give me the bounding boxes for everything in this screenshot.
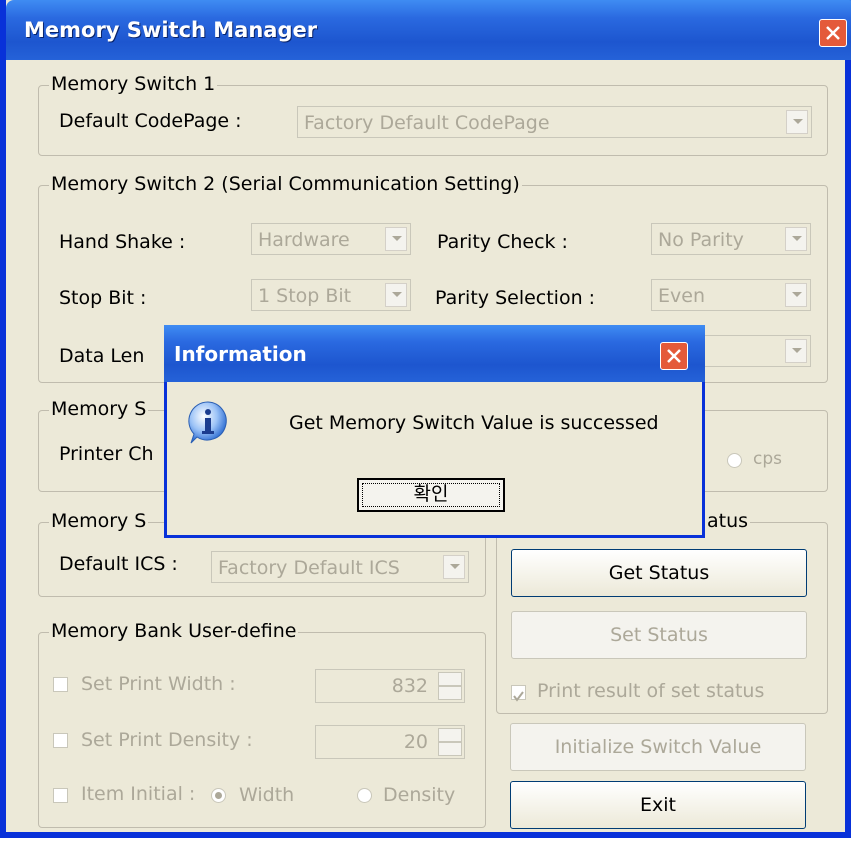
memory-switch-1-group: Memory Switch 1 Default CodePage : Facto…	[38, 73, 828, 156]
get-status-button[interactable]: Get Status	[511, 549, 807, 597]
print-width-checkbox[interactable]	[53, 677, 68, 692]
item-initial-checkbox[interactable]	[53, 788, 68, 803]
item-initial-label: Item Initial :	[81, 783, 196, 805]
print-density-label: Set Print Density :	[81, 729, 253, 751]
initialize-switch-button[interactable]: Initialize Switch Value	[510, 723, 806, 771]
print-width-value: 832	[391, 675, 428, 697]
cps-radio[interactable]	[727, 453, 742, 468]
close-button[interactable]	[819, 19, 847, 47]
density-radio[interactable]	[357, 788, 372, 803]
print-density-checkbox[interactable]	[53, 733, 68, 748]
chevron-down-icon	[785, 339, 807, 363]
group-title: Memory S	[49, 398, 149, 420]
status-group: atus Get Status Set Status Print result …	[496, 510, 828, 714]
cps-label: cps	[753, 449, 782, 469]
dialog-title-bar[interactable]: Information	[164, 325, 705, 382]
parity-check-label: Parity Check :	[437, 231, 568, 253]
window-title: Memory Switch Manager	[24, 18, 318, 42]
stopbit-select[interactable]: 1 Stop Bit	[251, 279, 411, 311]
chevron-down-icon	[786, 110, 808, 134]
chevron-down-icon	[785, 227, 807, 251]
ics-label: Default ICS :	[59, 553, 178, 575]
spin-up-icon[interactable]	[438, 728, 462, 742]
spin-up-icon[interactable]	[438, 672, 462, 686]
parity-selection-select[interactable]: Even	[651, 279, 811, 311]
print-density-value: 20	[403, 731, 428, 753]
ics-value: Factory Default ICS	[218, 557, 400, 579]
dialog-message: Get Memory Switch Value is successed	[289, 412, 659, 434]
density-radio-label: Density	[383, 784, 456, 806]
ok-button[interactable]: 확인	[357, 478, 505, 512]
chevron-down-icon	[785, 283, 807, 307]
handshake-select[interactable]: Hardware	[251, 223, 411, 255]
spin-down-icon[interactable]	[438, 686, 462, 700]
chevron-down-icon	[443, 555, 465, 579]
codepage-value: Factory Default CodePage	[304, 112, 550, 134]
parity-check-select[interactable]: No Parity	[651, 223, 811, 255]
set-status-button[interactable]: Set Status	[511, 611, 807, 659]
print-result-label: Print result of set status	[537, 680, 765, 702]
parity-selection-label: Parity Selection :	[435, 287, 596, 309]
ics-select[interactable]: Factory Default ICS	[211, 551, 469, 583]
handshake-label: Hand Shake :	[59, 231, 186, 253]
print-width-label: Set Print Width :	[81, 673, 236, 695]
close-icon	[667, 349, 681, 363]
printer-label: Printer Ch	[59, 443, 154, 465]
codepage-select[interactable]: Factory Default CodePage	[297, 106, 812, 138]
print-result-checkbox[interactable]	[511, 685, 526, 702]
width-radio-label: Width	[239, 784, 295, 806]
stopbit-label: Stop Bit :	[59, 287, 147, 309]
group-title: atus	[705, 510, 751, 532]
title-bar[interactable]: Memory Switch Manager	[6, 0, 851, 60]
print-width-spinner[interactable]: 832	[315, 669, 465, 703]
memory-bank-group: Memory Bank User-define Set Print Width …	[38, 620, 486, 828]
parity-check-value: No Parity	[658, 229, 744, 251]
exit-button[interactable]: Exit	[510, 781, 806, 829]
chevron-down-icon	[385, 227, 407, 251]
parity-selection-value: Even	[658, 285, 705, 307]
print-density-spinner[interactable]: 20	[315, 725, 465, 759]
check-icon	[513, 691, 524, 702]
spin-down-icon[interactable]	[438, 742, 462, 756]
codepage-label: Default CodePage :	[59, 110, 242, 132]
chevron-down-icon	[385, 283, 407, 307]
group-title: Memory Switch 1	[49, 73, 218, 95]
data-length-label: Data Len	[59, 345, 145, 367]
dialog-title: Information	[174, 342, 307, 366]
group-title: Memory Switch 2 (Serial Communication Se…	[49, 173, 522, 195]
stopbit-value: 1 Stop Bit	[258, 285, 352, 307]
group-title: Memory S	[49, 510, 149, 532]
close-icon	[826, 26, 840, 40]
handshake-value: Hardware	[258, 229, 350, 251]
dialog-close-button[interactable]	[660, 342, 688, 370]
information-dialog: Information Get Memory Switch Value is s…	[164, 325, 705, 538]
group-title: Memory Bank User-define	[49, 620, 299, 642]
info-icon	[188, 401, 227, 444]
width-radio[interactable]	[211, 788, 226, 803]
